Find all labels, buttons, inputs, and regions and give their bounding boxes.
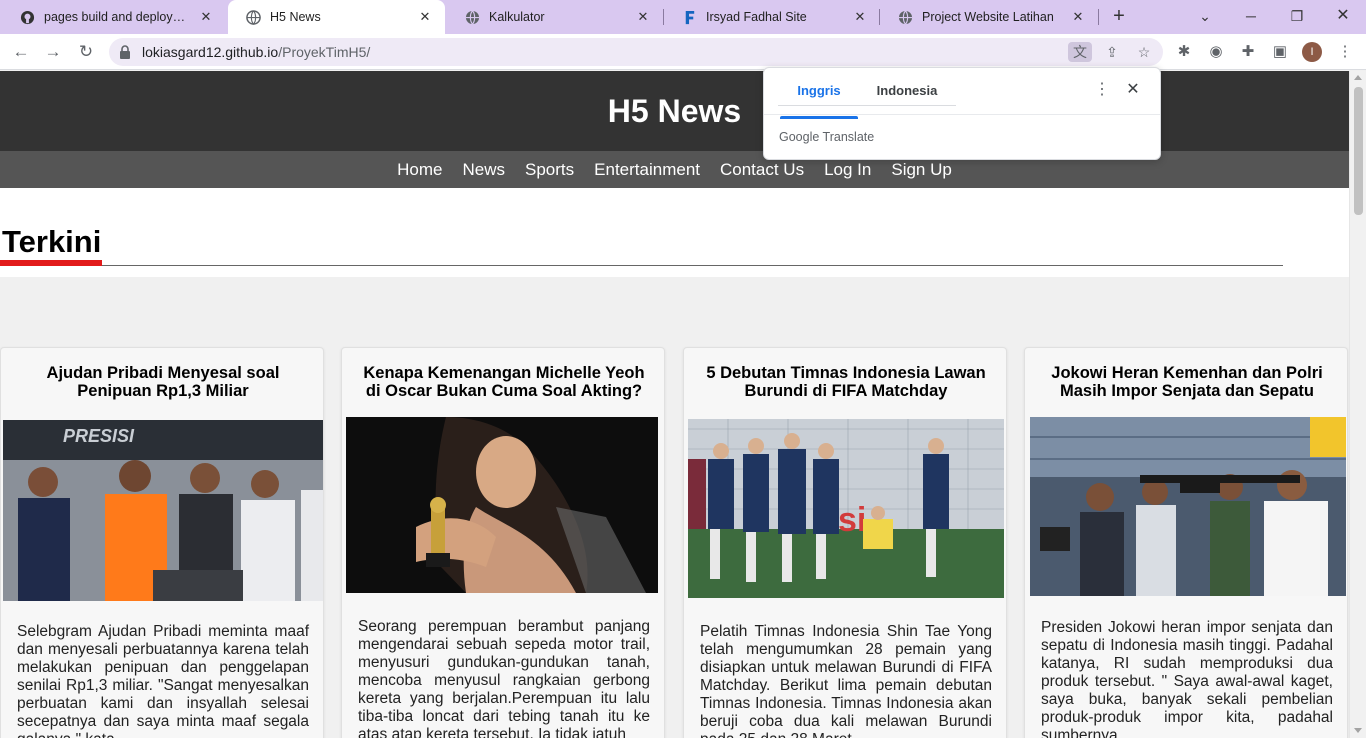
article-excerpt: Pelatih Timnas Indonesia Shin Tae Yong t… [700, 623, 992, 738]
tab-separator [663, 9, 664, 25]
lock-icon [120, 45, 130, 59]
close-tab-icon[interactable]: ✕ [635, 9, 651, 25]
tab-separator [1098, 9, 1099, 25]
tab-label: Irsyad Fadhal Site [706, 10, 807, 24]
translate-lang-tab-inggris[interactable]: Inggris [780, 82, 858, 119]
article-card[interactable]: Jokowi Heran Kemenhan dan Polri Masih Im… [1024, 347, 1348, 738]
close-window-button[interactable]: ✕ [1328, 4, 1358, 28]
close-tab-icon[interactable]: ✕ [198, 9, 214, 25]
bookmark-star-icon[interactable]: ☆ [1132, 42, 1156, 62]
f-logo-icon [685, 10, 695, 24]
tab-label: Project Website Latihan [922, 10, 1054, 24]
close-tab-icon[interactable]: ✕ [417, 9, 433, 25]
scroll-down-arrow-icon[interactable] [1354, 728, 1362, 733]
browser-tab[interactable]: Kalkulator ✕ [447, 0, 663, 34]
browser-tab[interactable]: Project Website Latihan ✕ [880, 0, 1098, 34]
article-card[interactable]: Kenapa Kemenangan Michelle Yeoh di Oscar… [341, 347, 665, 738]
reload-icon[interactable]: ↻ [75, 41, 97, 63]
kebab-menu-icon[interactable]: ⋮ [1335, 42, 1355, 62]
tab-label: H5 News [270, 10, 321, 24]
back-arrow-icon[interactable]: ← [10, 41, 32, 63]
forward-arrow-icon[interactable]: → [42, 41, 64, 63]
article-card[interactable]: 5 Debutan Timnas Indonesia Lawan Burundi… [683, 347, 1007, 738]
article-card[interactable]: Ajudan Pribadi Menyesal soal Penipuan Rp… [0, 347, 324, 738]
side-panel-icon[interactable]: ▣ [1270, 42, 1290, 62]
extensions-puzzle-icon[interactable]: ✚ [1238, 42, 1258, 62]
translate-lang-tab-indonesia[interactable]: Indonesia [868, 82, 946, 106]
close-tab-icon[interactable]: ✕ [1070, 9, 1086, 25]
google-translate-brand: Google Translate [779, 130, 875, 144]
nav-home[interactable]: Home [397, 151, 442, 188]
tab-search-chevron-icon[interactable]: ⌄ [1190, 4, 1220, 28]
restore-button[interactable]: ❐ [1282, 4, 1312, 28]
globe-icon [465, 10, 480, 24]
tab-separator [879, 9, 880, 25]
article-excerpt: Presiden Jokowi heran impor senjata dan … [1041, 619, 1333, 738]
url-text: lokiasgard12.github.io/ProyekTimH5/ [142, 44, 370, 60]
article-title[interactable]: Jokowi Heran Kemenhan dan Polri Masih Im… [1037, 364, 1337, 400]
svg-text:si: si [838, 501, 866, 539]
browser-tab[interactable]: Irsyad Fadhal Site ✕ [664, 0, 880, 34]
close-tab-icon[interactable]: ✕ [852, 9, 868, 25]
minimize-button[interactable]: ─ [1236, 4, 1266, 28]
nav-news[interactable]: News [463, 151, 506, 188]
section-divider [102, 265, 1283, 266]
article-title[interactable]: Kenapa Kemenangan Michelle Yeoh di Oscar… [354, 364, 654, 400]
article-image[interactable] [346, 417, 658, 593]
translate-icon[interactable]: 文 [1068, 42, 1092, 62]
page-viewport: H5 News Home News Sports Entertainment Conta… [0, 71, 1366, 738]
page-scrollbar[interactable] [1349, 71, 1366, 738]
camera-extension-icon[interactable]: ◉ [1206, 42, 1226, 62]
translate-popup: Inggris Indonesia ⋮ ✕ Google Translate [763, 67, 1161, 160]
globe-icon [898, 10, 913, 24]
new-tab-button[interactable]: + [1109, 6, 1129, 27]
article-excerpt: Seorang perempuan berambut panjang menge… [358, 618, 650, 738]
bug-extension-icon[interactable]: ✱ [1174, 42, 1194, 62]
article-title[interactable]: 5 Debutan Timnas Indonesia Lawan Burundi… [696, 364, 996, 400]
browser-tabstrip: pages build and deployment ✕ H5 News ✕ K… [0, 0, 1366, 34]
url-host: lokiasgard12.github.io [142, 44, 279, 60]
article-image[interactable]: PRESISI [3, 420, 323, 601]
article-image[interactable]: si [688, 419, 1004, 598]
section-accent-bar [0, 260, 102, 266]
url-path: /ProyekTimH5/ [278, 44, 371, 60]
address-bar[interactable]: lokiasgard12.github.io/ProyekTimH5/ 文 ⇪ … [109, 38, 1163, 66]
github-icon [20, 10, 35, 24]
scrollbar-thumb[interactable] [1354, 87, 1363, 215]
translate-close-icon[interactable]: ✕ [1124, 80, 1142, 100]
section-header: Terkini [0, 188, 1349, 277]
browser-tab-active[interactable]: H5 News ✕ [228, 0, 445, 34]
tab-label: Kalkulator [489, 10, 545, 24]
profile-avatar[interactable]: I [1302, 42, 1322, 62]
svg-text:PRESISI: PRESISI [63, 426, 135, 446]
browser-toolbar: ← → ↻ lokiasgard12.github.io/ProyekTimH5… [0, 34, 1366, 70]
article-image[interactable] [1030, 417, 1346, 596]
tab-label: pages build and deployment [44, 10, 194, 24]
nav-sports[interactable]: Sports [525, 151, 574, 188]
translate-popup-divider [764, 114, 1160, 115]
share-icon[interactable]: ⇪ [1100, 42, 1124, 62]
section-title: Terkini [2, 224, 102, 259]
globe-icon [246, 9, 261, 25]
article-title[interactable]: Ajudan Pribadi Menyesal soal Penipuan Rp… [13, 364, 313, 400]
nav-entertainment[interactable]: Entertainment [594, 151, 700, 188]
browser-tab[interactable]: pages build and deployment ✕ [2, 0, 226, 34]
translate-options-kebab-icon[interactable]: ⋮ [1094, 80, 1110, 100]
translate-tab-divider [778, 105, 956, 106]
scroll-up-arrow-icon[interactable] [1354, 75, 1362, 80]
article-excerpt: Selebgram Ajudan Pribadi meminta maaf da… [17, 623, 309, 738]
